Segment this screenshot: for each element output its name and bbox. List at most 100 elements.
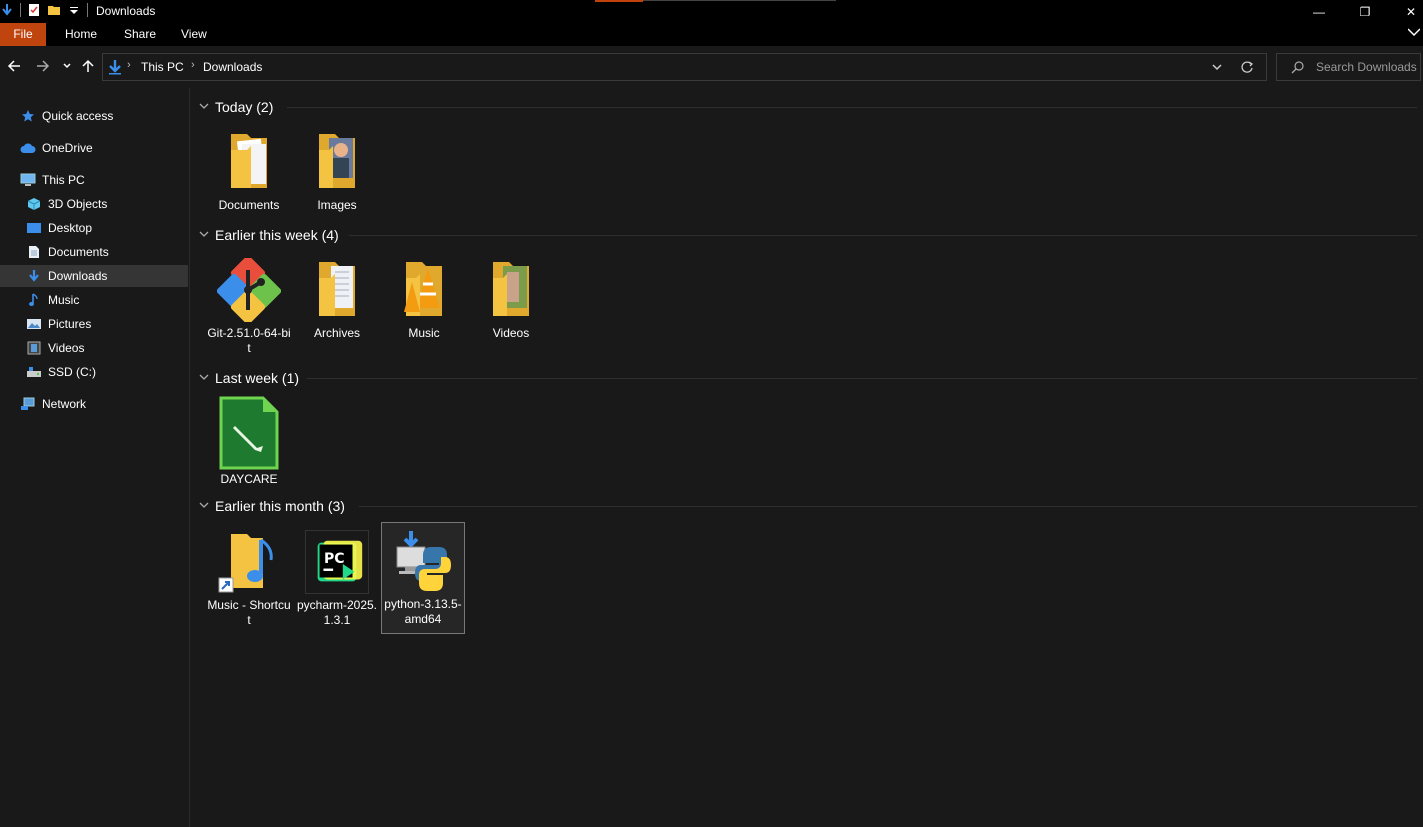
breadcrumb-chevron-icon[interactable]: › [127,59,131,71]
file-item-images[interactable]: Images [295,130,379,213]
file-item-python-installer[interactable]: python-3.13.5-amd64 [381,522,465,634]
title-bar: Downloads — ❐ ✕ [0,0,1423,23]
window-title: Downloads [96,4,156,18]
folder-icon [217,130,281,194]
sidebar-item-label: Desktop [48,221,93,235]
properties-icon[interactable] [27,3,41,17]
sidebar-item-network[interactable]: Network [0,393,188,415]
cloud-icon [20,140,36,156]
tab-file[interactable]: File [0,23,46,46]
sidebar-item-documents[interactable]: Documents [0,241,188,263]
star-icon [20,108,36,124]
sidebar-item-onedrive[interactable]: OneDrive [0,137,188,159]
desktop-icon [26,220,42,236]
file-item-videos[interactable]: Videos [469,258,553,341]
sidebar-item-desktop[interactable]: Desktop [0,217,188,239]
video-icon [26,340,42,356]
sidebar-item-quick-access[interactable]: Quick access [0,105,188,127]
computer-icon [20,172,36,188]
group-header-last-week[interactable]: Last week (1) [199,367,299,389]
sidebar-item-downloads[interactable]: Downloads [0,265,188,287]
up-button[interactable] [78,56,98,76]
folder-shortcut-icon [217,530,281,594]
file-name: DAYCARE [220,472,278,486]
cube-icon [26,196,42,212]
sidebar-item-label: Quick access [42,109,114,123]
file-item-git-installer[interactable]: Git-2.51.0-64-bit [207,255,291,356]
file-item-music[interactable]: Music [382,258,466,341]
music-note-icon [26,292,42,308]
sidebar-item-label: Music [48,293,80,307]
minimize-button[interactable]: — [1296,0,1342,23]
recent-locations-button[interactable] [57,56,77,76]
git-installer-icon [216,255,282,325]
file-name: Documents [218,198,280,212]
address-dropdown-icon[interactable] [1211,61,1223,76]
group-header-today[interactable]: Today (2) [199,96,273,118]
file-name: python-3.13.5-amd64 [384,597,462,626]
breadcrumb-downloads[interactable]: Downloads [203,60,262,74]
file-name: Images [317,198,357,212]
pycharm-pc-glyph: PC [324,551,345,567]
group-title: Earlier this week (4) [215,227,339,243]
file-item-music-shortcut[interactable]: Music - Shortcut [207,530,291,628]
network-icon [20,396,36,412]
forward-button[interactable] [33,56,53,76]
sidebar-item-ssd-c[interactable]: SSD (C:) [0,361,188,383]
search-icon [1291,60,1305,77]
close-button[interactable]: ✕ [1388,0,1423,23]
folder-icon [479,258,543,322]
file-item-archives[interactable]: Archives [295,258,379,341]
customize-dropdown-icon[interactable] [67,3,81,17]
navigation-pane: Quick access OneDrive This PC 3D Objects… [0,88,190,827]
new-folder-icon[interactable] [47,3,61,17]
folder-icon [305,258,369,322]
help-icon[interactable] [1407,27,1421,39]
spreadsheet-document-icon [217,396,281,470]
address-bar[interactable]: › This PC › Downloads [102,53,1267,81]
back-button[interactable] [4,56,24,76]
file-name: Music - Shortcut [207,598,291,627]
restore-button[interactable]: ❐ [1342,0,1388,23]
chevron-down-icon [199,372,213,385]
sidebar-item-videos[interactable]: Videos [0,337,188,359]
group-header-earlier-this-week[interactable]: Earlier this week (4) [199,224,339,246]
sidebar-item-label: Downloads [48,269,108,283]
ribbon-tabs: File Home Share View [0,23,1423,46]
navigation-bar: › This PC › Downloads Search Downloads [0,46,1423,88]
sidebar-item-label: This PC [42,173,85,187]
file-item-documents[interactable]: Documents [207,130,291,213]
sidebar-item-this-pc[interactable]: This PC [0,169,188,191]
search-box[interactable]: Search Downloads [1276,53,1421,81]
chevron-down-icon [199,229,213,242]
pycharm-icon: PC [305,530,369,594]
sidebar-item-label: 3D Objects [48,197,108,211]
tab-home[interactable]: Home [65,23,97,46]
download-arrow-icon[interactable] [0,3,14,17]
group-header-earlier-this-month[interactable]: Earlier this month (3) [199,495,345,517]
sidebar-item-label: Network [42,397,87,411]
file-name: Music [408,326,440,340]
tab-share[interactable]: Share [124,23,156,46]
tab-view[interactable]: View [181,23,207,46]
drive-icon [26,364,42,380]
sidebar-item-pictures[interactable]: Pictures [0,313,188,335]
refresh-icon[interactable] [1240,60,1254,77]
file-name: Git-2.51.0-64-bit [207,326,291,355]
group-title: Today (2) [215,99,274,115]
file-name: Videos [492,326,530,340]
file-list-view: Today (2) Documents Images Earlier this … [191,88,1423,827]
file-item-pycharm-installer[interactable]: PC pycharm-2025.1.3.1 [295,530,379,628]
sidebar-item-label: Documents [48,245,109,259]
search-input[interactable]: Search Downloads [1316,60,1417,74]
folder-icon [392,258,456,322]
file-item-daycare[interactable]: DAYCARE [207,396,291,487]
folder-icon [305,130,369,194]
sidebar-item-3d-objects[interactable]: 3D Objects [0,193,188,215]
picture-icon [26,316,42,332]
sidebar-item-label: SSD (C:) [48,365,96,379]
group-title: Last week (1) [215,370,300,386]
breadcrumb-this-pc[interactable]: This PC [141,60,184,74]
sidebar-item-music[interactable]: Music [0,289,188,311]
breadcrumb-chevron-icon[interactable]: › [191,59,195,71]
